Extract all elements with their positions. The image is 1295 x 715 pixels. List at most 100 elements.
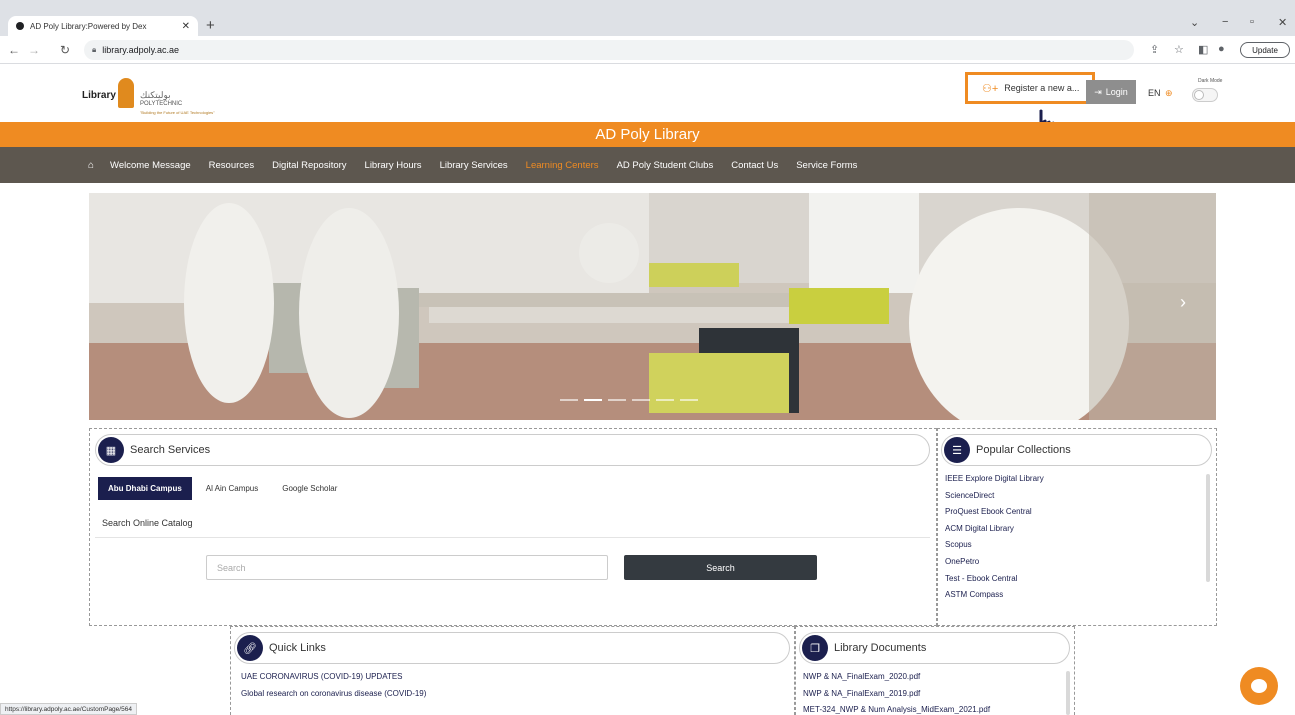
collection-link[interactable]: IEEE Explore Digital Library [945, 471, 1044, 488]
browser-tab-bar: AD Poly Library:Powered by Dex ✕ + ⌄ − ▫… [0, 0, 1295, 36]
url-field[interactable]: 🔒︎ library.adpoly.ac.ae [84, 40, 1134, 60]
home-icon[interactable]: ⌂ [88, 160, 94, 171]
adpoly-logo[interactable]: Library بوليتكنك POLYTECHNIC "Building t… [82, 74, 232, 116]
maximize-icon[interactable]: ▫ [1250, 16, 1254, 28]
slide-dot[interactable] [608, 399, 626, 401]
divider [95, 537, 930, 538]
search-button[interactable]: Search [624, 555, 817, 580]
search-services-title: Search Services [130, 444, 211, 456]
collections-scrollbar[interactable] [1206, 474, 1210, 582]
documents-scrollbar[interactable] [1066, 671, 1070, 715]
nav-library-hours[interactable]: Library Hours [365, 160, 422, 171]
nav-digital-repository[interactable]: Digital Repository [272, 160, 346, 171]
nav-student-clubs[interactable]: AD Poly Student Clubs [617, 160, 714, 171]
browser-tab[interactable]: AD Poly Library:Powered by Dex ✕ [8, 16, 198, 36]
main-navigation: ⌂ Welcome Message Resources Digital Repo… [0, 147, 1295, 183]
toggle-knob [1194, 90, 1204, 100]
new-tab-icon[interactable]: + [206, 17, 215, 34]
reload-icon[interactable]: ↻ [60, 43, 70, 57]
register-button[interactable]: ⚇+ Register a new a... [965, 72, 1095, 104]
nav-library-services[interactable]: Library Services [440, 160, 508, 171]
library-documents-list: NWP & NA_FinalExam_2020.pdf NWP & NA_Fin… [803, 669, 990, 715]
favicon-icon [16, 22, 24, 30]
document-link[interactable]: NWP & NA_FinalExam_2020.pdf [803, 669, 990, 686]
language-selector[interactable]: EN ⊕ [1148, 88, 1173, 99]
close-window-icon[interactable]: ✕ [1278, 16, 1287, 29]
collection-link[interactable]: ACM Digital Library [945, 521, 1044, 538]
document-link[interactable]: NWP & NA_FinalExam_2019.pdf [803, 686, 990, 703]
slide-dot[interactable] [584, 399, 602, 401]
login-label: Login [1105, 87, 1128, 97]
list-icon: ☰ [944, 437, 970, 463]
search-services-header: ▦ Search Services [95, 434, 930, 466]
logo-arabic-text: بوليتكنك [140, 90, 171, 100]
tab-google-scholar[interactable]: Google Scholar [272, 477, 347, 500]
documents-icon: ❐ [802, 635, 828, 661]
hero-slider[interactable] [89, 193, 1216, 420]
bookmark-star-icon[interactable]: ☆ [1174, 43, 1184, 56]
search-input[interactable]: Search [206, 555, 608, 580]
side-panel-icon[interactable]: ◧ [1198, 43, 1208, 56]
library-building-icon: ▦ [98, 437, 124, 463]
collection-link[interactable]: ScienceDirect [945, 488, 1044, 505]
lock-icon[interactable]: 🔒︎ [92, 45, 96, 55]
nav-resources[interactable]: Resources [209, 160, 254, 171]
site-title: AD Poly Library [595, 126, 700, 143]
add-user-icon: ⚇+ [982, 82, 999, 95]
collection-link[interactable]: ASTM Compass [945, 587, 1044, 604]
catalog-label: Search Online Catalog [102, 518, 193, 528]
chat-widget-button[interactable] [1240, 667, 1278, 705]
logo-tagline: "Building the Future of UAE Technologies… [140, 110, 215, 115]
slider-next-icon[interactable]: › [1180, 292, 1186, 313]
library-documents-title: Library Documents [834, 642, 927, 654]
share-icon[interactable]: ⇪ [1150, 43, 1159, 56]
quick-links-title: Quick Links [269, 642, 326, 654]
collection-link[interactable]: Scopus [945, 537, 1044, 554]
globe-icon: ⊕ [1165, 88, 1173, 98]
tab-al-ain-campus[interactable]: Al Ain Campus [196, 477, 268, 500]
logo-library-text: Library [82, 90, 116, 101]
language-label: EN [1148, 88, 1161, 98]
slide-dot[interactable] [680, 399, 698, 401]
logo-polytechnic-text: POLYTECHNIC [140, 101, 183, 107]
logo-flame-icon [118, 78, 134, 108]
site-title-band: AD Poly Library [0, 122, 1295, 147]
collection-link[interactable]: Test - Ebook Central [945, 571, 1044, 588]
collection-link[interactable]: ProQuest Ebook Central [945, 504, 1044, 521]
hero-photo [89, 193, 1216, 420]
dark-mode-toggle[interactable] [1192, 88, 1218, 102]
tab-search-icon[interactable]: ⌄ [1190, 16, 1199, 29]
quick-link[interactable]: UAE CORONAVIRUS (COVID-19) UPDATES [241, 669, 426, 686]
register-label: Register a new a... [1004, 83, 1080, 93]
slide-dot[interactable] [656, 399, 674, 401]
document-link[interactable]: MET-324_NWP & Num Analysis_MidExam_2021.… [803, 702, 990, 715]
browser-tab-title: AD Poly Library:Powered by Dex [30, 21, 147, 31]
nav-contact-us[interactable]: Contact Us [731, 160, 778, 171]
popular-collections-title: Popular Collections [976, 444, 1071, 456]
link-icon: 🔗︎ [237, 635, 263, 661]
slide-dot[interactable] [560, 399, 578, 401]
nav-welcome-message[interactable]: Welcome Message [110, 160, 191, 171]
tab-abu-dhabi-campus[interactable]: Abu Dhabi Campus [98, 477, 192, 500]
minimize-icon[interactable]: − [1222, 16, 1228, 28]
address-bar-row: ← → ↻ 🔒︎ library.adpoly.ac.ae ⇪ ☆ ◧ ● Up… [0, 36, 1295, 64]
back-icon[interactable]: ← [8, 43, 20, 57]
login-button[interactable]: ⇥ Login [1086, 80, 1136, 104]
url-text: library.adpoly.ac.ae [102, 45, 179, 55]
forward-icon[interactable]: → [28, 43, 40, 57]
popular-collections-list: IEEE Explore Digital Library ScienceDire… [945, 471, 1044, 604]
collection-link[interactable]: OnePetro [945, 554, 1044, 571]
close-tab-icon[interactable]: ✕ [182, 21, 190, 32]
library-documents-header: ❐ Library Documents [799, 632, 1070, 664]
login-icon: ⇥ [1094, 86, 1102, 97]
nav-learning-centers[interactable]: Learning Centers [526, 160, 599, 171]
quick-link[interactable]: Global research on coronavirus disease (… [241, 686, 426, 703]
update-button[interactable]: Update [1240, 42, 1290, 58]
quick-links-list: UAE CORONAVIRUS (COVID-19) UPDATES Globa… [241, 669, 426, 702]
nav-service-forms[interactable]: Service Forms [796, 160, 857, 171]
dark-mode-label: Dark Mode [1198, 78, 1223, 84]
slide-dot[interactable] [632, 399, 650, 401]
campus-tabs: Abu Dhabi Campus Al Ain Campus Google Sc… [98, 477, 351, 500]
chat-bubble-icon [1251, 679, 1267, 693]
profile-icon[interactable]: ● [1218, 43, 1225, 55]
